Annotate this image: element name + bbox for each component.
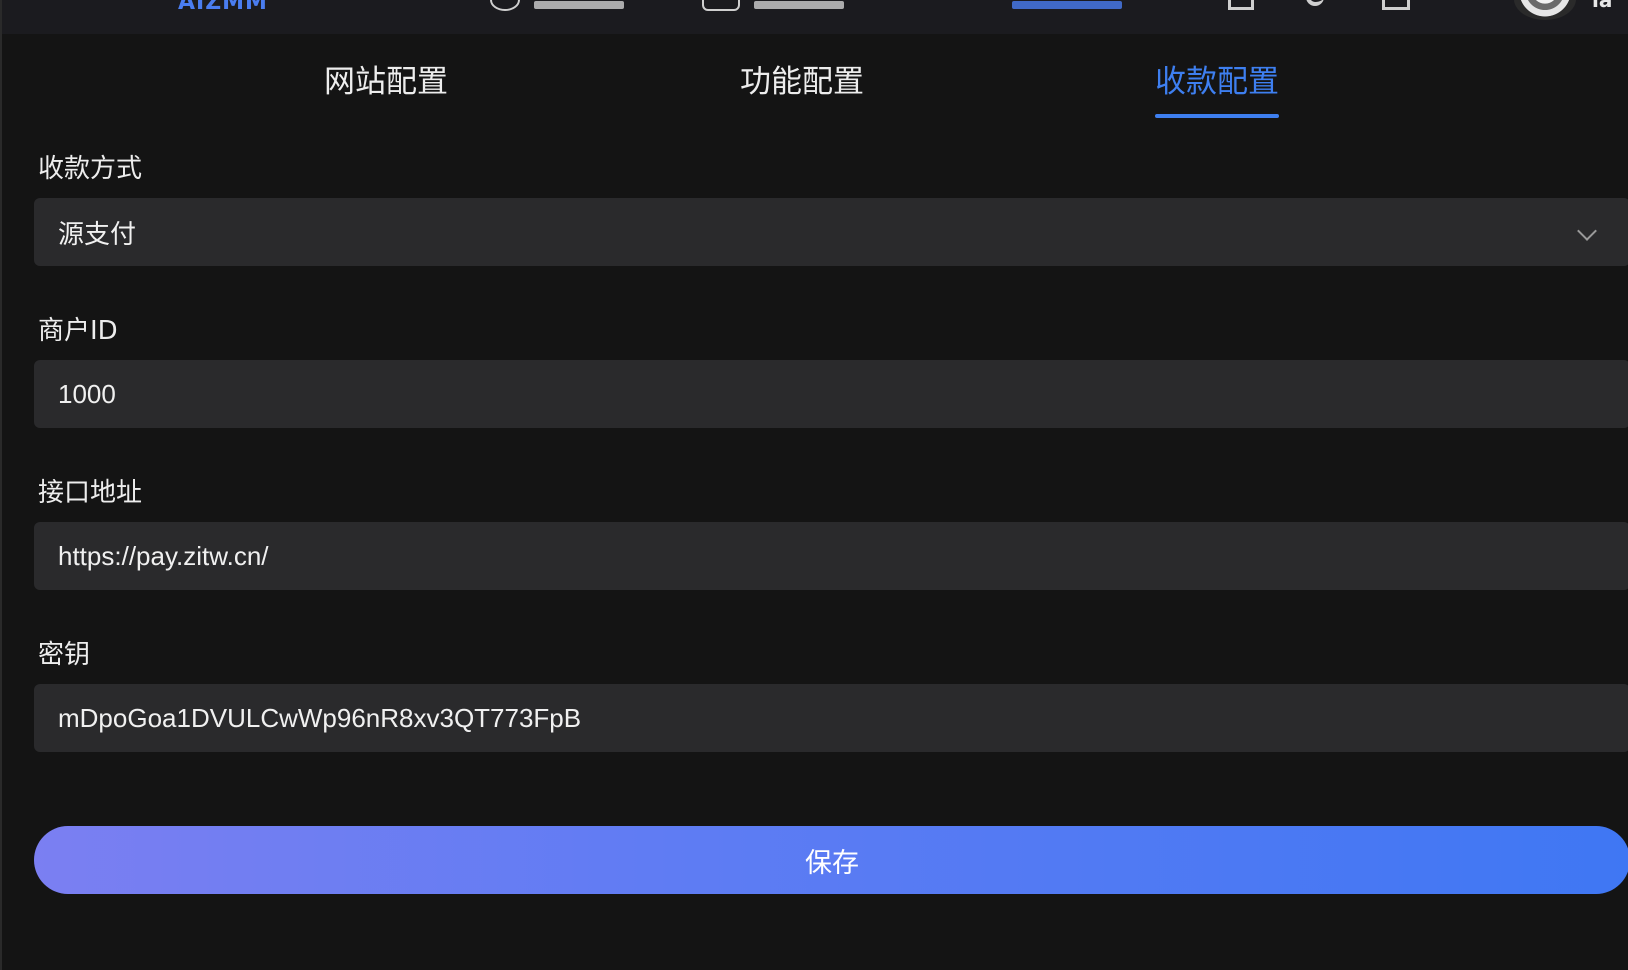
moon-icon[interactable] bbox=[1306, 0, 1324, 6]
secret-key-label: 密钥 bbox=[38, 640, 91, 670]
secret-key-input[interactable] bbox=[34, 684, 1628, 752]
monitor-icon[interactable] bbox=[1382, 0, 1410, 10]
merchant-id-input[interactable] bbox=[34, 360, 1628, 428]
payment-method-label: 收款方式 bbox=[38, 154, 143, 184]
top-bar: AIZMM la bbox=[2, 0, 1628, 34]
tab-site-config[interactable]: 网站配置 bbox=[324, 56, 448, 112]
top-nav-settings[interactable] bbox=[1012, 0, 1122, 12]
settings-page: AIZMM la 网站配置 功能配置 收款配置 收款方式 源支付 商户ID 10… bbox=[0, 0, 1628, 970]
fullscreen-icon[interactable] bbox=[1228, 0, 1254, 10]
top-nav-home[interactable] bbox=[490, 0, 624, 12]
payment-method-select[interactable]: 源支付 bbox=[34, 198, 1628, 266]
window-icon bbox=[702, 0, 740, 11]
merchant-id-label: 商户ID bbox=[38, 316, 118, 346]
tab-feature-config[interactable]: 功能配置 bbox=[740, 56, 864, 112]
chevron-down-icon bbox=[1577, 221, 1597, 241]
user-name[interactable]: la bbox=[1592, 0, 1612, 12]
tab-payment-config[interactable]: 收款配置 bbox=[1155, 56, 1279, 118]
payment-method-value: 源支付 bbox=[58, 218, 137, 249]
globe-icon bbox=[490, 0, 520, 11]
avatar[interactable] bbox=[1514, 0, 1576, 20]
save-button[interactable]: 保存 bbox=[34, 826, 1628, 894]
api-url-label: 接口地址 bbox=[38, 478, 143, 508]
top-nav-label bbox=[1012, 1, 1122, 9]
api-url-input[interactable] bbox=[34, 522, 1628, 590]
top-nav-label bbox=[534, 1, 624, 9]
config-tabs: 网站配置 功能配置 收款配置 bbox=[2, 34, 1628, 122]
top-nav-messages[interactable] bbox=[702, 0, 844, 12]
top-nav-label bbox=[754, 1, 844, 9]
brand-logo[interactable]: AIZMM bbox=[178, 0, 268, 15]
